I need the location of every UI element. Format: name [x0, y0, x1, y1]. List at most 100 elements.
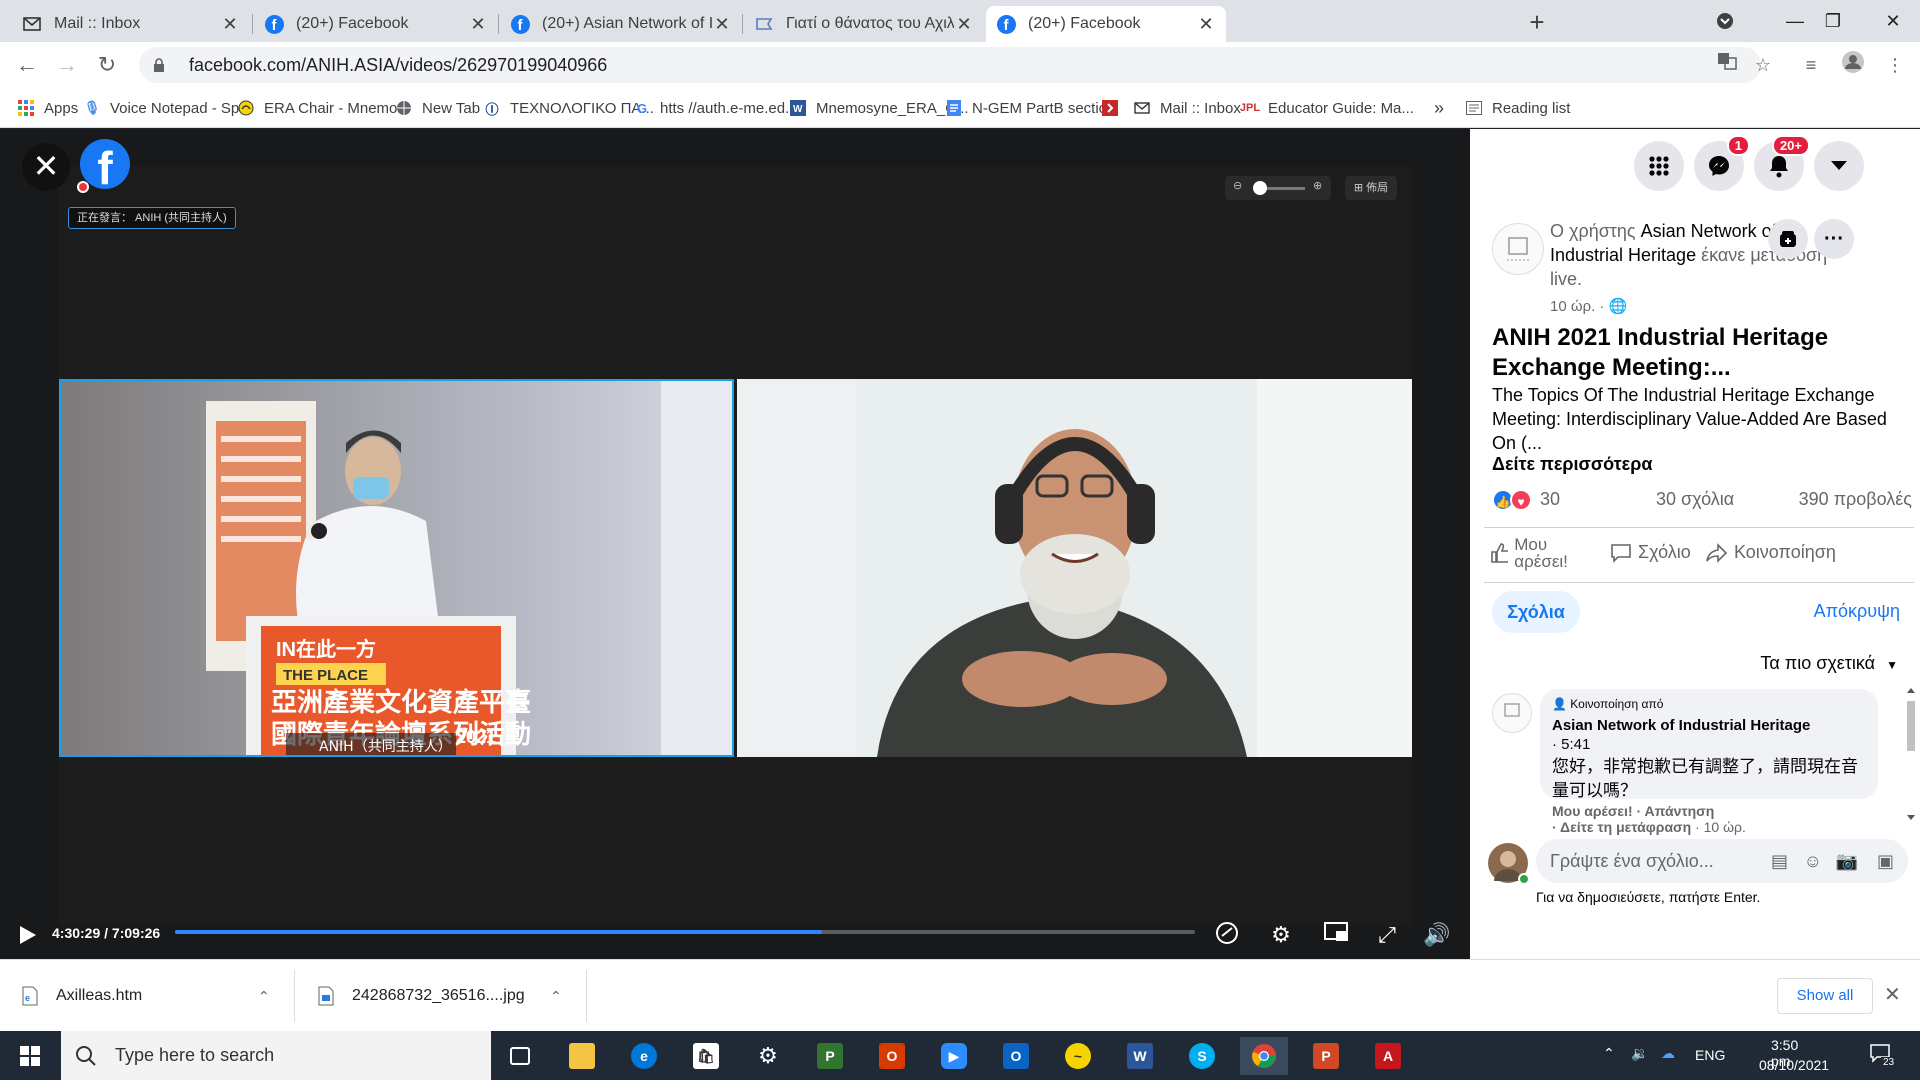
menu-icon[interactable]: ⋮ [1880, 50, 1910, 80]
volume-icon[interactable]: 🔉 [1631, 1045, 1648, 1062]
chevron-up-icon[interactable]: ⌃ [550, 988, 562, 1005]
comment-button[interactable]: Σχόλιο [1610, 542, 1691, 563]
reading-list-button[interactable]: Reading list [1466, 96, 1570, 120]
progress-bar[interactable] [175, 930, 1195, 934]
chevron-up-icon[interactable]: ⌃ [1603, 1045, 1615, 1062]
settings-icon[interactable]: ⚙ [744, 1037, 792, 1075]
era-app-icon[interactable]: ~ [1054, 1037, 1102, 1075]
love-reaction-icon[interactable]: ♥ [1510, 489, 1532, 511]
comment-like-link[interactable]: Μου αρέσει! [1552, 803, 1633, 819]
comments-scrollbar[interactable] [1904, 685, 1918, 823]
back-button[interactable]: ← [12, 50, 42, 80]
powerpoint-icon[interactable]: P [1302, 1037, 1350, 1075]
write-comment-input[interactable]: Γράψτε ένα σχόλιο... ▤ ☺ 📷 ▣ [1536, 839, 1908, 883]
play-icon[interactable] [16, 924, 38, 946]
more-options-button[interactable]: ··· [1814, 219, 1854, 259]
office-icon[interactable]: O [868, 1037, 916, 1075]
camera-icon[interactable]: 📷 [1836, 839, 1858, 883]
notifications-button[interactable]: 20+ [1754, 135, 1810, 191]
download-item-axilleas[interactable]: e Axilleas.htm ⌃ [0, 960, 294, 1032]
translate-icon[interactable] [1712, 50, 1742, 80]
windows-start-button[interactable] [0, 1031, 60, 1080]
file-explorer-icon[interactable] [558, 1037, 606, 1075]
tab-facebook-active[interactable]: f (20+) Facebook ✕ [986, 6, 1226, 42]
layout-button[interactable]: ⊞ 佈局 [1345, 176, 1397, 200]
close-icon[interactable]: ✕ [1196, 14, 1216, 35]
reading-queue-icon[interactable]: ≡ [1796, 50, 1826, 80]
comment-author-avatar[interactable] [1492, 693, 1532, 733]
forward-button[interactable]: → [52, 50, 82, 80]
close-icon[interactable]: ✕ [954, 14, 974, 35]
maximize-button[interactable]: ❐ [1810, 4, 1856, 38]
bookmark-exit[interactable] [1102, 96, 1128, 120]
close-video-button[interactable]: ✕ [22, 143, 70, 191]
profile-avatar[interactable] [1838, 50, 1868, 80]
reaction-count[interactable]: 30 [1540, 489, 1560, 510]
like-button[interactable]: Μου αρέσει! [1490, 536, 1590, 570]
taskbar-search-box[interactable]: Type here to search [61, 1031, 491, 1080]
bookmark-apps[interactable]: Apps [18, 96, 78, 120]
comment-reply-link[interactable]: Απάντηση [1645, 803, 1715, 819]
sort-comments-dropdown[interactable]: Τα πιο σχετικά ▼ [1760, 653, 1898, 674]
captions-icon[interactable] [1212, 920, 1242, 950]
menu-grid-button[interactable] [1634, 141, 1684, 191]
bookmark-auth-eme[interactable]: G htts //auth.e-me.ed... [634, 96, 798, 120]
sticker-icon[interactable]: ▤ [1771, 839, 1788, 883]
bookmark-educator-guide[interactable]: JPL Educator Guide: Ma... [1240, 96, 1414, 120]
bookmarks-overflow-chevron[interactable]: » [1434, 96, 1444, 120]
address-bar[interactable]: facebook.com/ANIH.ASIA/videos/2629701990… [139, 47, 1761, 83]
comment-timestamp[interactable]: · 5:41 [1552, 736, 1866, 753]
facebook-logo-icon[interactable]: f [80, 139, 130, 189]
tab-asian-network[interactable]: f (20+) Asian Network of Industrial ✕ [500, 6, 742, 42]
zoom-out-icon[interactable]: ⊖ [1233, 179, 1242, 192]
close-icon[interactable]: ✕ [712, 14, 732, 35]
download-item-jpg[interactable]: 242868732_36516....jpg ⌃ [296, 960, 586, 1032]
close-icon[interactable]: ✕ [468, 14, 488, 35]
gif-icon[interactable]: ▣ [1877, 839, 1894, 883]
zoom-slider[interactable]: ⊖ ⊕ [1225, 176, 1331, 200]
skype-icon[interactable]: S [1178, 1037, 1226, 1075]
chevron-up-icon[interactable]: ⌃ [258, 988, 270, 1005]
word-icon[interactable]: W [1116, 1037, 1164, 1075]
settings-gear-icon[interactable]: ⚙ [1266, 920, 1296, 950]
close-icon[interactable]: ✕ [220, 14, 240, 35]
see-more-link[interactable]: Δείτε περισσότερα [1492, 454, 1652, 475]
see-translation-link[interactable]: · Δείτε τη μετάφραση [1552, 819, 1691, 835]
share-button[interactable]: Κοινοποίηση [1706, 542, 1836, 563]
clock-date[interactable]: 08/10/2021 [1759, 1057, 1829, 1073]
comment-author[interactable]: Asian Network of Industrial Heritage [1552, 717, 1866, 734]
account-menu-button[interactable] [1814, 141, 1864, 191]
store-icon[interactable]: 🛍 [682, 1037, 730, 1075]
hide-comments-link[interactable]: Απόκρυψη [1814, 601, 1900, 622]
save-post-button[interactable] [1768, 219, 1808, 259]
task-view-icon[interactable] [496, 1037, 544, 1075]
bookmark-voice-notepad[interactable]: 🎙 Voice Notepad - Sp... [84, 96, 252, 120]
tab-search-button[interactable] [1702, 4, 1748, 38]
emoji-icon[interactable]: ☺ [1804, 839, 1822, 883]
post-timestamp[interactable]: 10 ώρ. · 🌐 [1550, 297, 1627, 315]
picture-in-picture-icon[interactable] [1322, 920, 1352, 950]
new-tab-button[interactable]: + [1522, 8, 1552, 38]
bookmark-mnemosyne[interactable]: W Mnemosyne_ERA_C... [790, 96, 969, 120]
language-indicator[interactable]: ENG [1695, 1047, 1725, 1063]
outlook-icon[interactable]: O [992, 1037, 1040, 1075]
bookmark-tech-university[interactable]: Ⓘ ΤΕΧΝΟΛΟΓΙΚΟ ΠΑ... [484, 96, 653, 120]
bookmark-ngem[interactable]: N-GEM PartB sectio... [946, 96, 1120, 120]
tab-mail[interactable]: Mail :: Inbox ✕ [12, 6, 250, 42]
tab-achilles[interactable]: Γιατί ο θάνατος του Αχιλλέα όπ ✕ [744, 6, 984, 42]
acrobat-icon[interactable]: A [1364, 1037, 1412, 1075]
close-downloads-icon[interactable]: ✕ [1884, 982, 1901, 1007]
bookmark-mail[interactable]: Mail :: Inbox [1134, 96, 1241, 120]
zoom-app-icon[interactable]: ▶ [930, 1037, 978, 1075]
messenger-button[interactable]: 1 [1694, 135, 1750, 191]
tab-facebook[interactable]: f (20+) Facebook ✕ [254, 6, 498, 42]
edge-icon[interactable]: e [620, 1037, 668, 1075]
show-all-downloads-button[interactable]: Show all [1777, 978, 1873, 1014]
window-close-button[interactable]: ✕ [1870, 4, 1916, 38]
comments-tab[interactable]: Σχόλια [1492, 591, 1580, 633]
comment-count[interactable]: 30 σχόλια [1656, 489, 1734, 510]
bookmark-era-chair[interactable]: ERA Chair - Mnemo... [238, 96, 410, 120]
reload-button[interactable]: ↻ [92, 50, 122, 80]
onedrive-icon[interactable]: ☁ [1661, 1045, 1675, 1062]
project-icon[interactable]: P [806, 1037, 854, 1075]
